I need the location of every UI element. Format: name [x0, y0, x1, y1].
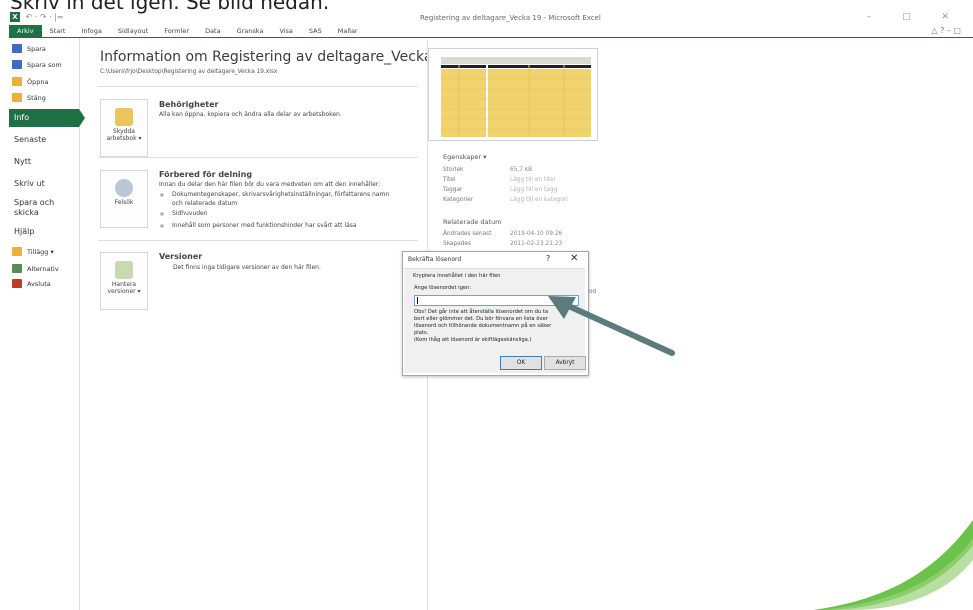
- save-as-icon: [12, 60, 22, 69]
- nav-label: Spara som: [27, 60, 62, 69]
- tab-start[interactable]: Start: [42, 25, 74, 37]
- protect-workbook-button[interactable]: Skydda arbetsbok ▾: [100, 99, 148, 157]
- folder-close-icon: [12, 93, 22, 102]
- window-controls[interactable]: – □ ✕: [867, 12, 963, 22]
- nav-label: Tillägg ▾: [27, 247, 54, 256]
- tab-sidlayout[interactable]: Sidlayout: [110, 25, 156, 37]
- categories-field[interactable]: Lägg till en kategori: [510, 197, 568, 203]
- decorative-swoosh-icon: [813, 520, 973, 610]
- folder-open-icon: [12, 77, 22, 86]
- excel-logo-icon: X: [10, 12, 20, 22]
- nav-label: Stäng: [27, 93, 46, 102]
- tab-visa[interactable]: Visa: [271, 25, 300, 37]
- tab-sas[interactable]: SAS: [301, 25, 330, 37]
- nav-tillagg[interactable]: Tillägg ▾: [12, 247, 54, 256]
- prop-label: Titel: [443, 177, 456, 183]
- nav-senaste[interactable]: Senaste: [9, 135, 79, 144]
- prepare-bullet: Innehåll som personer med funktionshinde…: [160, 222, 357, 231]
- date-value: 2019-04-10 09:26: [510, 231, 563, 237]
- nav-label: Avsluta: [27, 279, 51, 288]
- nav-nytt[interactable]: Nytt: [9, 157, 79, 166]
- dialog-intro: Kryptera innehållet i den här filen: [413, 273, 501, 279]
- date-label: Skapades: [443, 241, 471, 247]
- tab-granska[interactable]: Granska: [229, 25, 272, 37]
- prop-label: Kategorier: [443, 197, 474, 203]
- window-title: Registering av deltagare_Vecka 19 - Micr…: [420, 14, 601, 22]
- nav-stang[interactable]: Stäng: [12, 93, 46, 102]
- nav-skriv-ut[interactable]: Skriv ut: [9, 179, 79, 188]
- tab-infoga[interactable]: Infoga: [73, 25, 109, 37]
- tags-field[interactable]: Lägg till en tagg: [510, 187, 557, 193]
- password-label: Ange lösenordet igen:: [414, 285, 472, 291]
- button-label: Hantera versioner ▾: [107, 281, 141, 295]
- options-icon: [12, 264, 22, 273]
- date-label: Ändrades senast: [443, 231, 492, 237]
- spreadsheet-preview-icon: [429, 49, 597, 140]
- text-caret: [417, 297, 418, 304]
- warning-line: Obs! Det går inte att återställa lösenor…: [414, 309, 549, 315]
- section-divider: [98, 157, 418, 158]
- tab-data[interactable]: Data: [197, 25, 229, 37]
- exit-icon: [12, 279, 22, 288]
- annotation-arrow-icon: [548, 296, 675, 356]
- prepare-bullet: Dokumentegenskaper, skrivarsvårighetsins…: [160, 191, 397, 208]
- addins-icon: [12, 247, 22, 256]
- permissions-text: Alla kan öppna, kopiera och ändra alla d…: [159, 111, 342, 118]
- prepare-bullet: Sidhuvuden: [160, 210, 207, 219]
- nav-label: Spara: [27, 44, 46, 53]
- section-divider: [98, 240, 418, 241]
- prop-label: Taggar: [443, 187, 463, 193]
- warning-line: plats.: [414, 330, 429, 336]
- inspect-icon: [115, 179, 133, 197]
- manage-versions-button[interactable]: Hantera versioner ▾: [100, 252, 148, 310]
- tab-formler[interactable]: Formler: [156, 25, 197, 37]
- nav-oppna[interactable]: Öppna: [12, 77, 48, 86]
- qat-buttons[interactable]: ↶ · ↷ · |=: [26, 13, 64, 22]
- save-icon: [12, 44, 22, 53]
- ribbon-divider: [9, 37, 973, 38]
- ribbon-tabs: Arkiv Start Infoga Sidlayout Formler Dat…: [9, 25, 366, 37]
- nav-spara-som[interactable]: Spara som: [12, 60, 62, 69]
- button-label: Felsök: [114, 199, 134, 206]
- nav-spara[interactable]: Spara: [12, 44, 46, 53]
- warning-line: lösenord och tillhörande dokumentnamn på…: [414, 323, 552, 329]
- workbook-thumbnail: [428, 48, 598, 141]
- versions-text: Det finns inga tidigare versioner av den…: [173, 264, 321, 271]
- button-label: Skydda arbetsbok ▾: [106, 128, 142, 142]
- tab-mallar[interactable]: Mallar: [330, 25, 366, 37]
- nav-spara-och-skicka[interactable]: Spara och skicka: [9, 198, 69, 218]
- dialog-title: Bekräfta lösenord: [408, 256, 462, 263]
- related-dates-header: Relaterade datum: [443, 218, 502, 226]
- tab-arkiv[interactable]: Arkiv: [9, 25, 42, 37]
- nav-info[interactable]: Info: [9, 109, 85, 127]
- page-title: Information om Registering av deltagare_…: [100, 49, 455, 65]
- prepare-title: Förbered för delning: [159, 170, 253, 179]
- quick-access-toolbar[interactable]: X ↶ · ↷ · |=: [10, 12, 64, 22]
- permissions-title: Behörigheter: [159, 100, 219, 109]
- check-issues-button[interactable]: Felsök: [100, 170, 148, 228]
- file-path: C:\Users\frjo\Desktop\Registering av del…: [100, 69, 278, 75]
- properties-header[interactable]: Egenskaper ▾: [443, 153, 487, 161]
- prop-value: 65,7 kB: [510, 167, 533, 173]
- backstage-nav: Spara Spara som Öppna Stäng Info Senaste…: [9, 38, 85, 610]
- nav-label: Öppna: [27, 77, 49, 86]
- prop-label: Storlek: [443, 167, 464, 173]
- warning-line: (Kom ihåg att lösenord är skiftlägeskäns…: [414, 337, 532, 343]
- warning-line: bort eller glömmer det. Du bör förvara e…: [414, 316, 548, 322]
- lock-icon: [115, 108, 133, 126]
- nav-avsluta[interactable]: Avsluta: [12, 279, 51, 288]
- nav-hjalp[interactable]: Hjälp: [9, 227, 79, 236]
- versions-icon: [115, 261, 133, 279]
- section-divider: [98, 86, 418, 87]
- ribbon-help-controls[interactable]: △ ? – □: [931, 26, 961, 35]
- help-icon[interactable]: ?: [546, 254, 550, 263]
- prepare-text: Innan du delar den här filen bör du vara…: [159, 181, 381, 188]
- close-icon[interactable]: ✕: [570, 253, 578, 264]
- ok-button[interactable]: OK: [500, 356, 542, 370]
- nav-alternativ[interactable]: Alternativ: [12, 264, 59, 273]
- title-field[interactable]: Lägg till en titel: [510, 177, 555, 183]
- nav-label: Alternativ: [27, 264, 59, 273]
- date-value: 2011-02-23 21:23: [510, 241, 563, 247]
- versions-title: Versioner: [159, 252, 203, 261]
